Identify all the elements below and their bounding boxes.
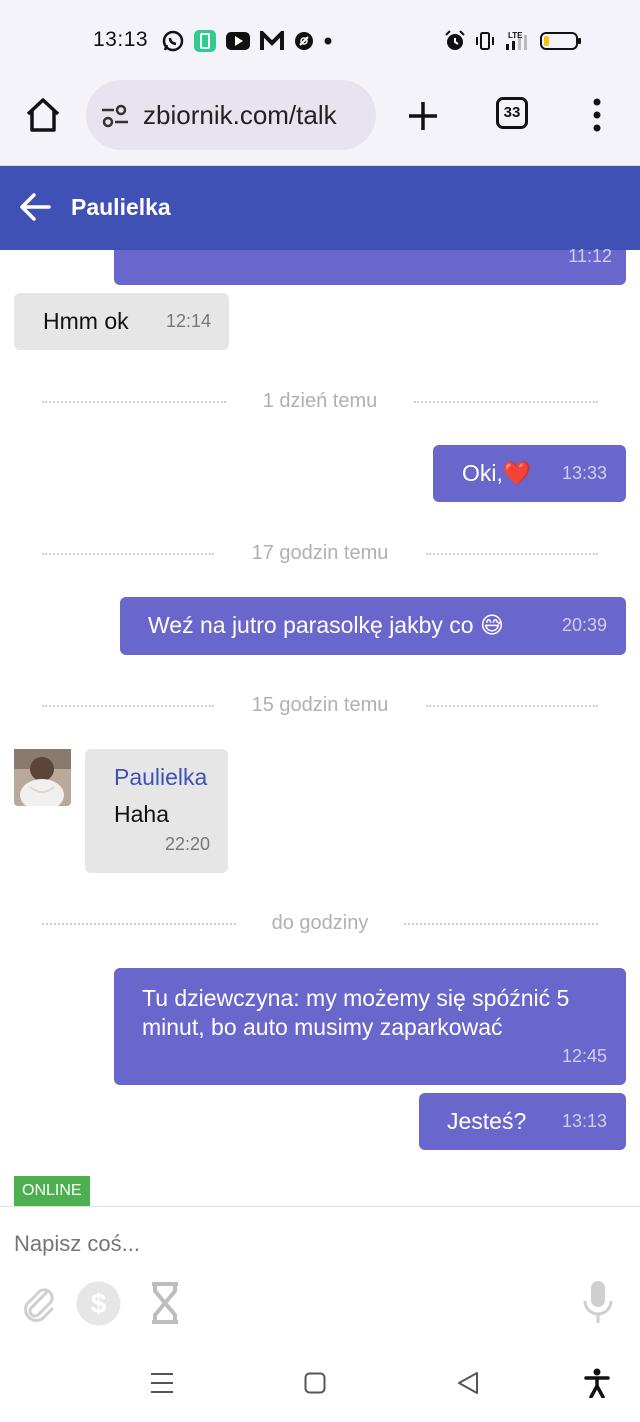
system-navigation-bar xyxy=(0,1346,640,1422)
microphone-icon[interactable] xyxy=(582,1279,614,1325)
message-time: 22:20 xyxy=(165,834,211,854)
home-icon[interactable] xyxy=(25,97,61,133)
back-button-icon[interactable] xyxy=(456,1371,480,1395)
hourglass-icon[interactable] xyxy=(150,1281,180,1325)
chat-title: Paulielka xyxy=(71,194,171,220)
alarm-icon xyxy=(445,30,465,50)
date-divider: 1 dzień temu xyxy=(42,390,598,412)
message-text: Oki,❤️ xyxy=(462,460,532,486)
message-sender[interactable]: Paulielka xyxy=(114,764,207,791)
message-outgoing: 11:12 xyxy=(114,246,626,285)
message-text-line: Tu dziewczyna: my możemy się spóźnić 5 xyxy=(142,985,570,1011)
url-text: zbiornik.com/talk xyxy=(143,100,337,130)
message-outgoing: Tu dziewczyna: my możemy się spóźnić 5 m… xyxy=(114,968,626,1085)
accessibility-icon[interactable] xyxy=(584,1368,610,1398)
date-divider: 17 godzin temu xyxy=(42,542,598,564)
date-divider: 15 godzin temu xyxy=(42,694,598,716)
status-bar: 13:13 LTE xyxy=(0,0,640,80)
message-text: Weź na jutro parasolkę jakby co 😅 xyxy=(148,612,504,638)
more-notifications-dot-icon xyxy=(324,37,332,45)
battery-icon xyxy=(540,32,581,50)
system-icons: LTE xyxy=(444,30,582,52)
browser-toolbar: zbiornik.com/talk 33 xyxy=(0,80,640,166)
recent-apps-icon[interactable] xyxy=(150,1372,174,1394)
date-divider: do godziny xyxy=(42,912,598,934)
message-time: 11:12 xyxy=(568,246,612,266)
youtube-icon xyxy=(226,32,250,50)
message-time: 12:14 xyxy=(166,311,212,331)
back-arrow-icon[interactable] xyxy=(19,192,51,222)
date-divider-label: 15 godzin temu xyxy=(251,694,389,716)
address-bar[interactable]: zbiornik.com/talk xyxy=(86,80,376,150)
message-outgoing: Weź na jutro parasolkę jakby co 😅 20:39 xyxy=(120,597,626,655)
message-text-line: minut, bo auto musimy zaparkować xyxy=(142,1014,503,1040)
date-divider-label: do godziny xyxy=(271,912,369,934)
message-text: Jesteś? xyxy=(447,1108,527,1134)
message-text: Hmm ok xyxy=(43,308,129,334)
battery-saver-icon xyxy=(194,30,216,52)
site-settings-icon[interactable] xyxy=(100,103,130,129)
message-incoming: Hmm ok 12:14 xyxy=(14,293,229,350)
date-divider-label: 1 dzień temu xyxy=(262,390,378,412)
money-icon[interactable]: $ xyxy=(76,1281,121,1326)
more-options-icon[interactable] xyxy=(590,97,604,133)
avatar[interactable] xyxy=(14,749,71,806)
notification-icons xyxy=(162,30,332,52)
message-time: 20:39 xyxy=(562,615,608,635)
tab-switcher-button[interactable]: 33 xyxy=(496,97,528,129)
message-text: Haha xyxy=(114,801,169,827)
status-time: 13:13 xyxy=(93,28,149,51)
attachment-icon[interactable] xyxy=(22,1283,56,1323)
message-time: 12:45 xyxy=(562,1046,608,1066)
message-time: 13:33 xyxy=(562,463,608,483)
app-notification-icon xyxy=(295,32,313,50)
online-status-badge: ONLINE xyxy=(14,1176,90,1206)
svg-text:$: $ xyxy=(91,1288,107,1319)
message-time: 13:13 xyxy=(562,1111,608,1131)
vibrate-icon xyxy=(476,32,494,50)
gmail-icon xyxy=(260,31,284,50)
message-outgoing: Oki,❤️ 13:33 xyxy=(433,445,626,502)
lte-signal-icon: LTE xyxy=(506,31,527,50)
whatsapp-icon xyxy=(162,30,184,52)
message-incoming: Paulielka Haha 22:20 xyxy=(85,749,228,873)
home-button-icon[interactable] xyxy=(304,1372,326,1394)
date-divider-label: 17 godzin temu xyxy=(251,542,389,564)
new-tab-icon[interactable] xyxy=(406,99,440,133)
message-input[interactable] xyxy=(14,1231,574,1257)
message-outgoing: Jesteś? 13:13 xyxy=(419,1093,626,1150)
chat-header: Paulielka xyxy=(0,166,640,250)
message-composer: $ xyxy=(0,1206,640,1346)
